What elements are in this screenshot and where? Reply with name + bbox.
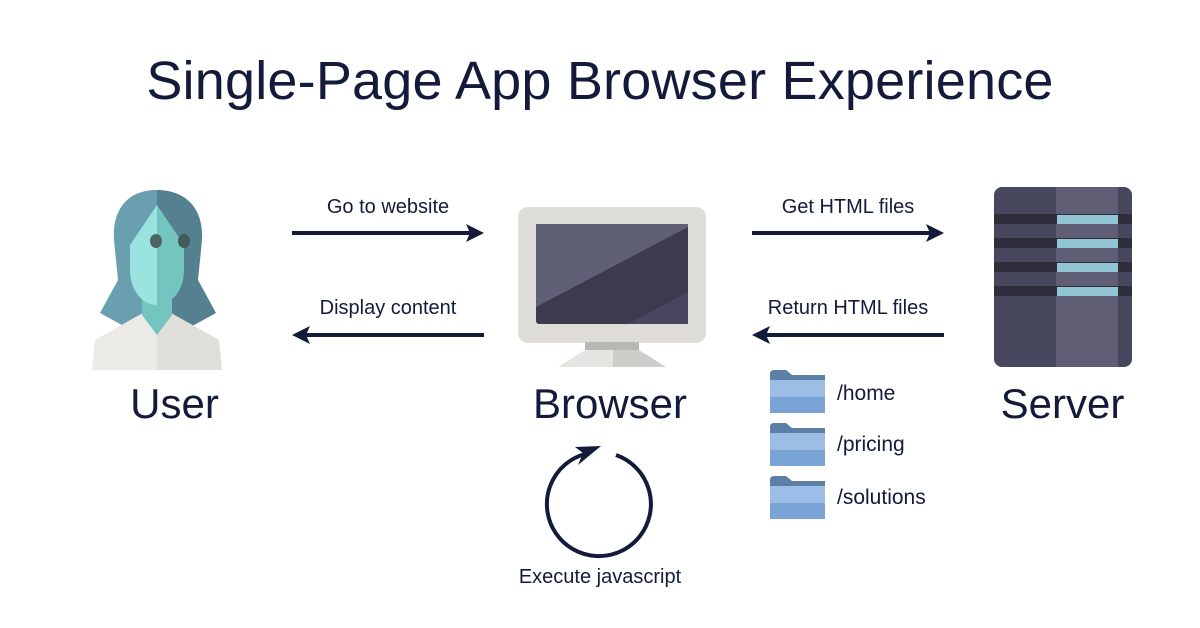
return-html-files-label: Return HTML files xyxy=(767,297,929,319)
get-html-files-label: Get HTML files xyxy=(781,196,915,218)
refresh-loop-icon xyxy=(544,446,653,559)
route-label: /home xyxy=(837,382,896,405)
monitor-icon xyxy=(518,207,706,367)
user-label: User xyxy=(130,380,219,427)
folder-icon xyxy=(770,370,825,413)
folder-icon xyxy=(770,476,825,519)
route-item: /solutions xyxy=(770,476,970,520)
arrow-right-browser-to-server xyxy=(752,224,944,242)
route-label: /pricing xyxy=(837,433,905,456)
server-label: Server xyxy=(1000,380,1125,427)
execute-javascript-label: Execute javascript xyxy=(518,566,682,588)
go-to-website-label: Go to website xyxy=(326,196,450,218)
arrow-right-user-to-browser xyxy=(292,224,484,242)
route-item: /pricing xyxy=(770,423,970,467)
server-icon xyxy=(994,187,1132,367)
browser-label: Browser xyxy=(532,380,688,427)
arrow-left-server-to-browser xyxy=(752,326,944,344)
route-label: /solutions xyxy=(837,486,926,509)
display-content-label: Display content xyxy=(319,297,457,319)
page-title: Single-Page App Browser Experience xyxy=(146,51,1054,111)
arrow-left-browser-to-user xyxy=(292,326,484,344)
folder-icon xyxy=(770,423,825,466)
route-item: /home xyxy=(770,370,970,414)
user-icon xyxy=(92,190,222,370)
